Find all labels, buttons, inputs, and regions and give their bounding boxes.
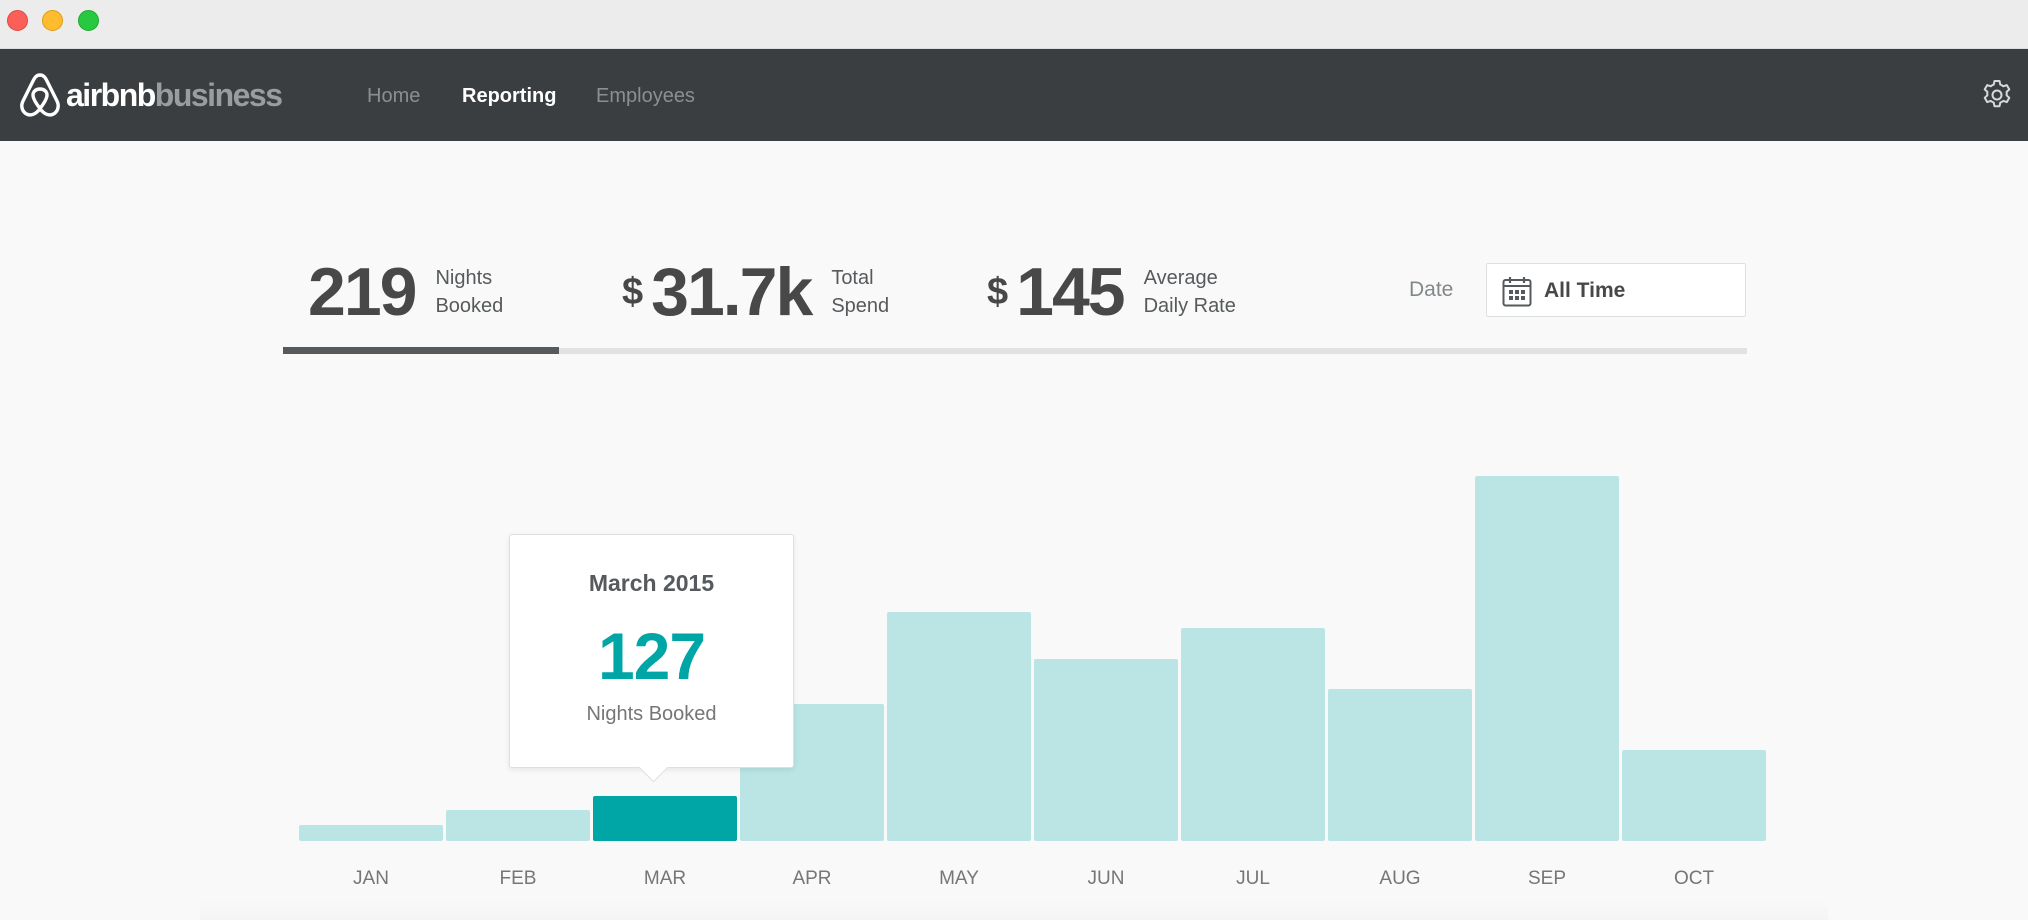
currency-symbol: $ [987,271,1009,313]
month-label-jan: JAN [353,868,389,889]
tooltip-label: Nights Booked [586,703,717,725]
top-navigation-bar: airbnbbusiness Home Reporting Employees [0,49,2028,141]
date-filter-label: Date [1409,278,1454,301]
bar-jun[interactable] [1034,659,1178,841]
stat-average-daily-rate[interactable]: $ 145 Average Daily Rate [987,258,1236,326]
bottom-shade [200,900,1828,920]
zoom-window-button[interactable] [78,10,99,31]
total-spend-value: 31.7k [651,254,813,330]
close-window-button[interactable] [7,10,28,31]
bar-oct[interactable] [1622,750,1766,841]
bar-may[interactable] [887,612,1031,841]
stat-nights-booked[interactable]: 219 Nights Booked [308,258,503,326]
tooltip-title: March 2015 [588,570,715,596]
month-label-jun: JUN [1088,868,1125,889]
nights-booked-label: Nights Booked [435,267,504,317]
active-stat-indicator [283,347,559,354]
month-label-feb: FEB [500,868,537,889]
tooltip-value: 127 [597,619,706,693]
month-label-mar: MAR [644,868,686,889]
date-range-select[interactable]: All Time [1486,263,1746,317]
chart-tooltip: March 2015 127 Nights Booked [509,534,794,768]
month-label-apr: APR [792,868,831,889]
bar-jan[interactable] [299,825,443,841]
average-daily-rate-value: 145 [1016,254,1125,330]
nav-employees[interactable]: Employees [596,83,695,109]
month-label-oct: OCT [1674,868,1715,889]
average-daily-rate-label: Average Daily Rate [1143,267,1236,317]
logo-wordmark: airbnbbusiness [66,77,283,113]
airbnb-belo-icon [20,73,60,117]
calendar-icon [1502,277,1532,307]
bar-feb[interactable] [446,810,590,841]
bar-jul[interactable] [1181,628,1325,841]
nav-reporting[interactable]: Reporting [462,83,556,109]
total-spend-label: Total Spend [831,267,890,317]
bar-sep[interactable] [1475,476,1619,841]
month-label-aug: AUG [1379,868,1420,889]
gear-icon[interactable] [1980,78,2014,112]
bar-mar[interactable] [593,796,737,841]
window-titlebar [0,0,2028,49]
date-range-value: All Time [1544,279,1626,302]
stat-total-spend[interactable]: $ 31.7k Total Spend [622,258,889,326]
currency-symbol: $ [622,271,644,313]
nights-booked-value: 219 [308,254,417,330]
airbnb-business-logo[interactable]: airbnbbusiness [18,71,283,119]
bar-aug[interactable] [1328,689,1472,841]
month-label-jul: JUL [1236,868,1270,889]
minimize-window-button[interactable] [42,10,63,31]
month-label-may: MAY [939,868,979,889]
nav-home[interactable]: Home [367,83,420,109]
month-label-sep: SEP [1528,868,1566,889]
